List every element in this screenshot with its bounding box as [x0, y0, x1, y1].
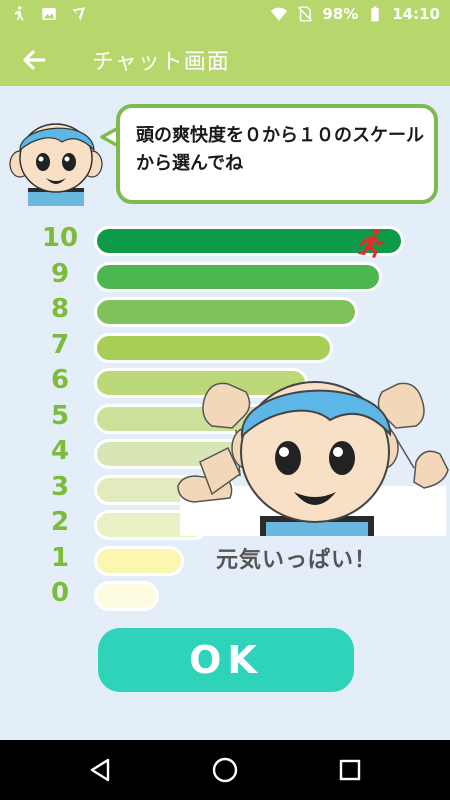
- clock: 14:10: [392, 5, 440, 23]
- robot-cheering-illustration: [177, 381, 449, 536]
- battery-percent: 98%: [322, 5, 359, 23]
- image-icon: [42, 8, 56, 20]
- robot-avatar: [9, 123, 103, 206]
- scale-bar-9[interactable]: [94, 261, 382, 292]
- scale-label-4: 4: [50, 436, 70, 466]
- arrow-left-icon[interactable]: [18, 44, 50, 76]
- scale-bar-10[interactable]: [94, 226, 404, 258]
- scale-bar-0[interactable]: [94, 581, 159, 611]
- walk-icon: [14, 6, 24, 21]
- status-left: [10, 5, 88, 23]
- nav-recents-icon[interactable]: [334, 754, 366, 786]
- scale-label-5: 5: [50, 400, 70, 431]
- scale-label-8: 8: [50, 294, 70, 324]
- ok-button[interactable]: OK: [98, 628, 354, 692]
- scale-label-6: 6: [50, 365, 70, 395]
- nav-back-icon[interactable]: [84, 754, 116, 786]
- page-title: チャット画面: [92, 50, 230, 75]
- bubble-text: 頭の爽快度を０から１０のスケールから選んでね: [136, 125, 424, 174]
- app-bar: チャット画面: [0, 32, 450, 86]
- wifi-icon: [271, 7, 288, 21]
- scale-label-3: 3: [50, 471, 70, 502]
- scale-bar-7[interactable]: [94, 332, 333, 363]
- system-nav-bar: [0, 740, 450, 800]
- status-bar: 98% 14:10: [0, 0, 450, 32]
- scale-bar-8[interactable]: [94, 297, 358, 327]
- mood-caption: 元気いっぱい！: [216, 548, 378, 573]
- nav-home-icon[interactable]: [209, 754, 241, 786]
- scale-label-2: 2: [50, 507, 70, 537]
- ok-button-label: OK: [189, 638, 263, 682]
- scale-label-0: 0: [50, 578, 70, 608]
- scale-label-10: 10: [41, 223, 79, 253]
- battery-icon: [371, 6, 379, 22]
- scale-label-7: 7: [50, 329, 70, 360]
- speech-bubble: 頭の爽快度を０から１０のスケールから選んでね: [116, 104, 438, 204]
- scale-label-1: 1: [50, 542, 70, 573]
- status-right: 98% 14:10: [270, 5, 440, 23]
- no-sim-icon: [298, 6, 313, 22]
- chat-content: 頭の爽快度を０から１０のスケールから選んでね 10 9 8 7 6 5 4 3 2 1 0 元気いっ…: [0, 86, 450, 740]
- runner-icon: [358, 229, 384, 258]
- scale-bar-1[interactable]: [94, 545, 184, 576]
- scale-label-9: 9: [50, 258, 70, 289]
- cast-icon: [72, 7, 85, 21]
